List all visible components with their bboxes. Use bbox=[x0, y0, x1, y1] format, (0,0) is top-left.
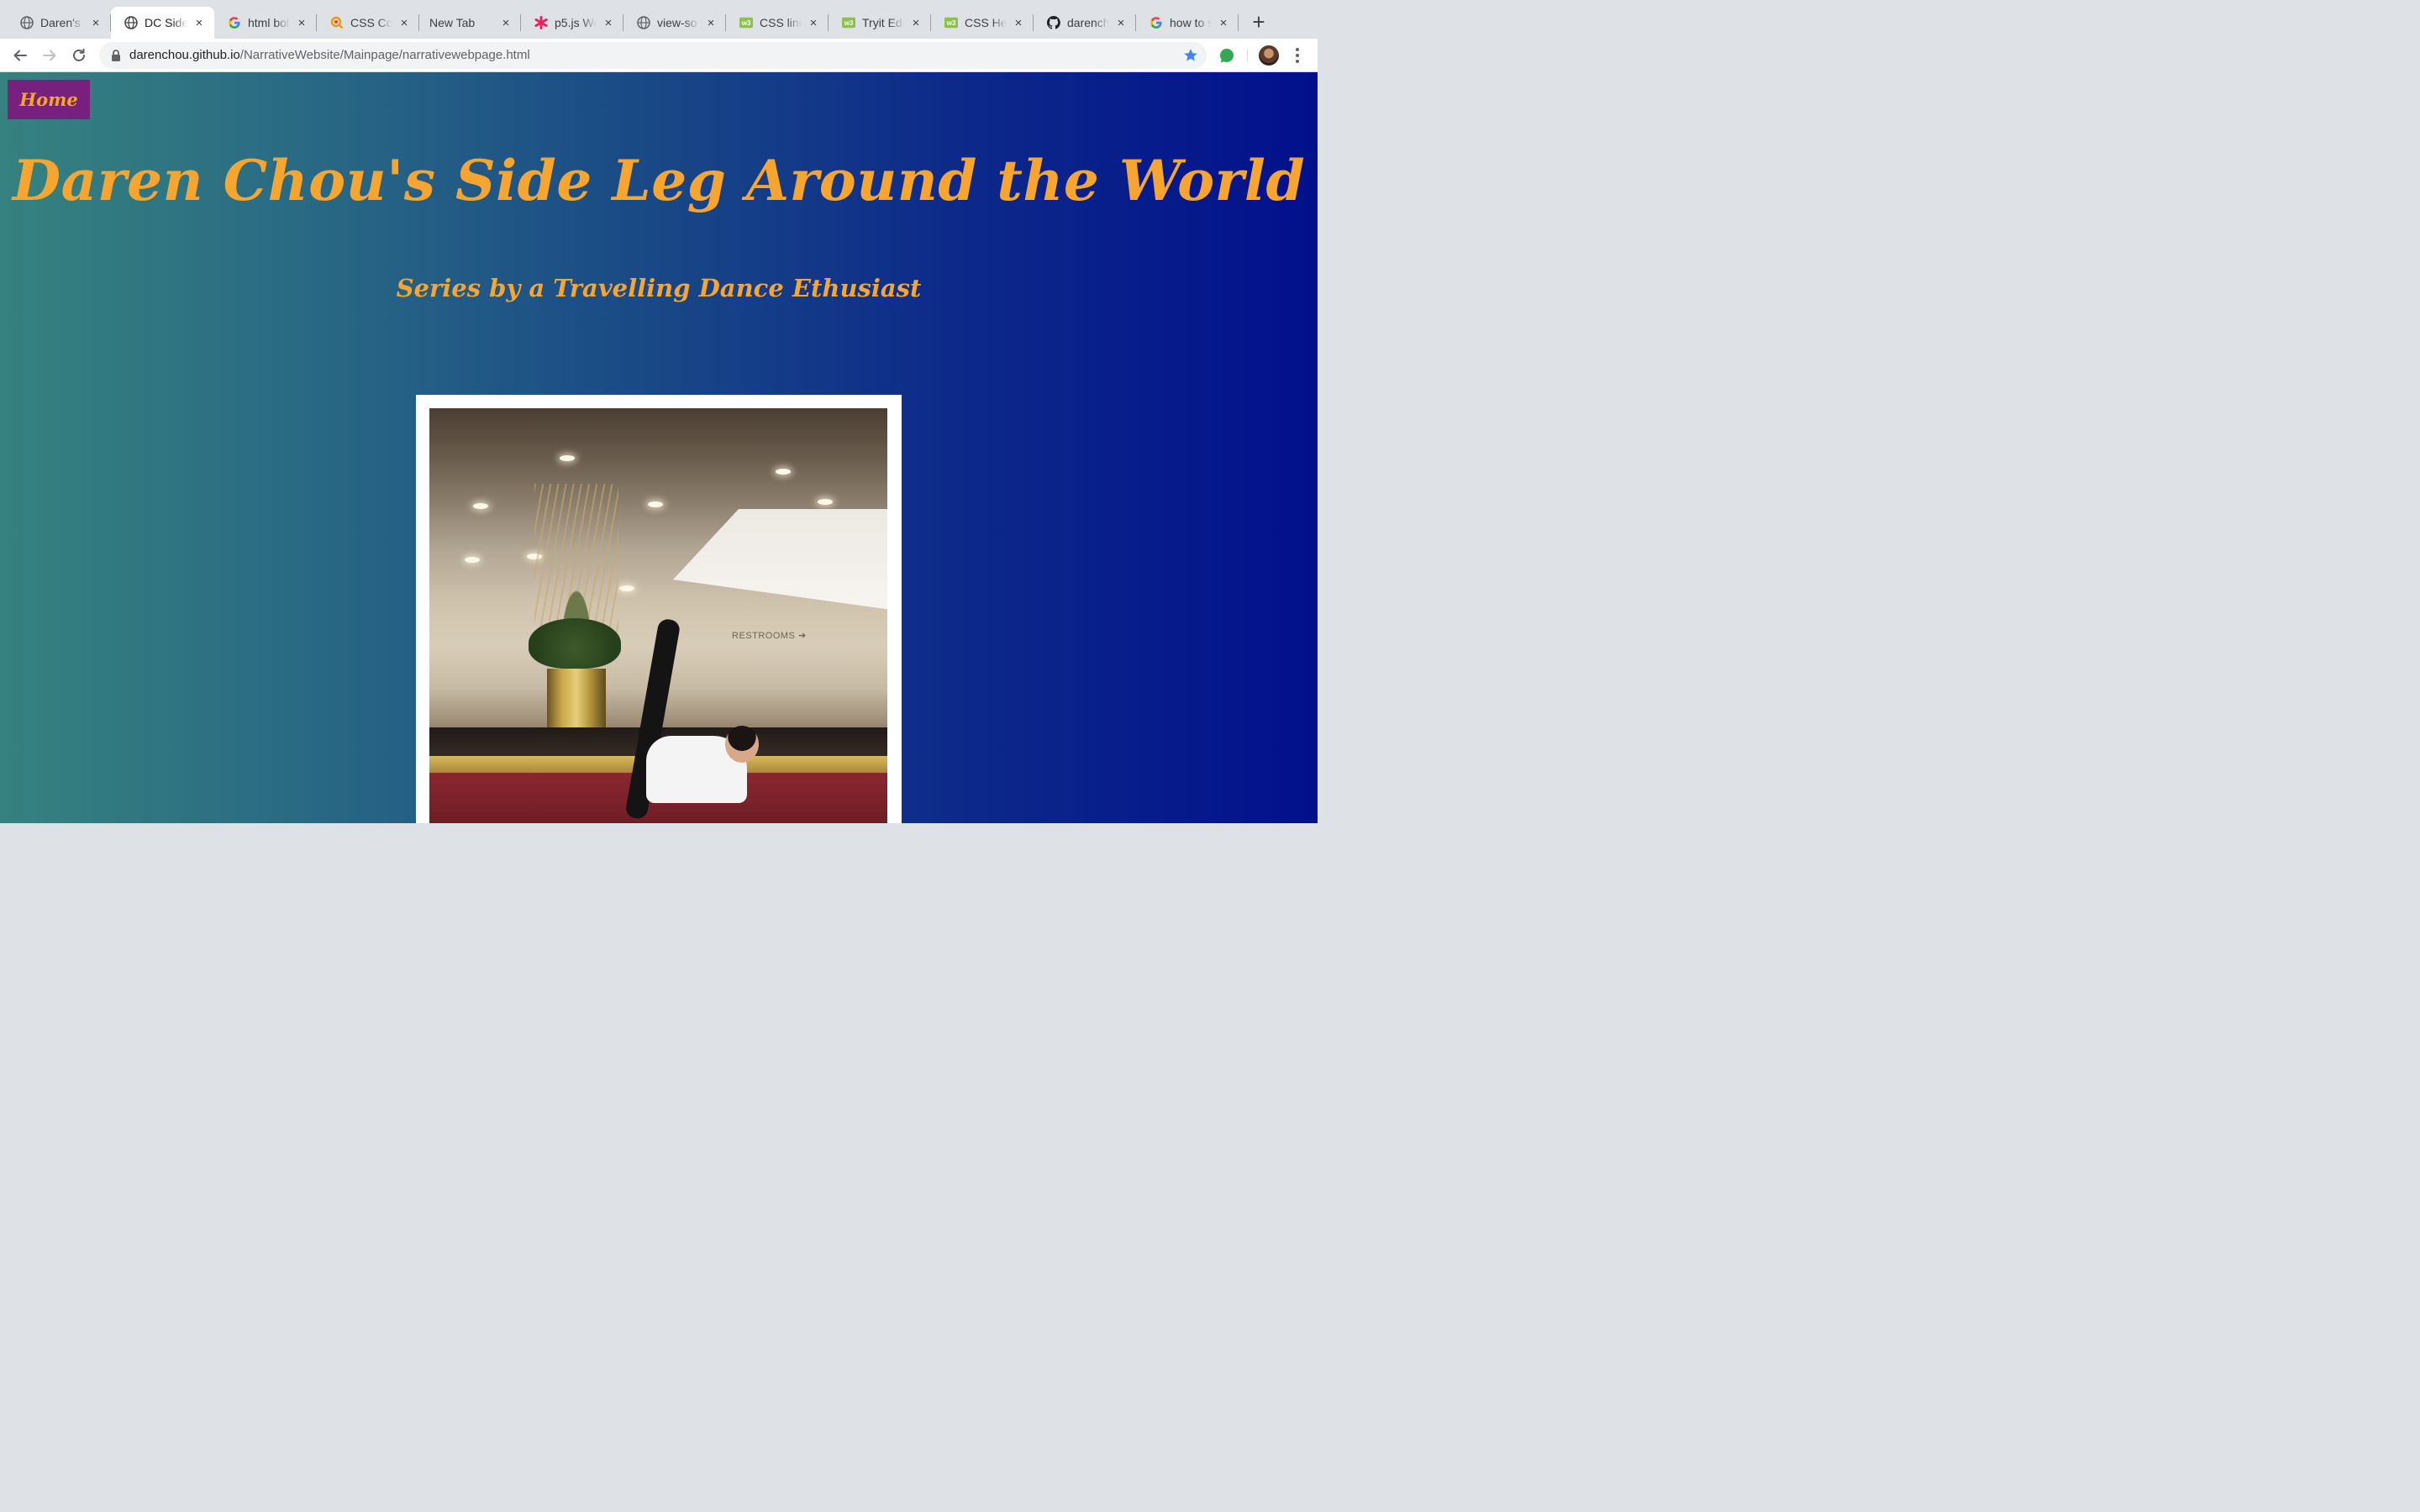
tab-tryit-editor[interactable]: w3 Tryit Edi × bbox=[829, 7, 931, 39]
tab-title: CSS line bbox=[760, 16, 802, 29]
globe-icon bbox=[20, 16, 34, 29]
restrooms-sign: RESTROOMS ➔ bbox=[732, 631, 807, 641]
forward-button[interactable] bbox=[38, 44, 61, 67]
close-icon[interactable]: × bbox=[295, 16, 308, 29]
profile-avatar[interactable] bbox=[1259, 45, 1279, 66]
close-icon[interactable]: × bbox=[192, 16, 206, 29]
tab-css-height[interactable]: w3 CSS Hei × bbox=[931, 7, 1034, 39]
tab-view-source[interactable]: view-so × bbox=[623, 7, 726, 39]
tab-title: Daren's I bbox=[40, 16, 84, 29]
ceiling-light bbox=[465, 557, 480, 563]
tab-title: CSS Hei bbox=[965, 16, 1007, 29]
tab-how-to[interactable]: how to s × bbox=[1136, 7, 1239, 39]
w3schools-icon: w3 bbox=[739, 16, 753, 29]
home-button[interactable]: Home bbox=[8, 80, 90, 119]
address-bar[interactable]: darenchou.github.io/NarrativeWebsite/Mai… bbox=[99, 42, 1207, 69]
bookmark-star-icon[interactable] bbox=[1183, 48, 1198, 63]
lock-icon[interactable] bbox=[109, 49, 123, 62]
page-title: Daren Chou's Side Leg Around the World bbox=[12, 148, 1306, 213]
reload-icon bbox=[73, 48, 85, 61]
tab-dc-side[interactable]: DC Side × bbox=[111, 7, 214, 39]
ceiling-light bbox=[776, 469, 791, 475]
ceiling-light bbox=[560, 455, 575, 461]
tab-css-line[interactable]: w3 CSS line × bbox=[726, 7, 829, 39]
ceiling-light bbox=[473, 503, 488, 509]
tab-strip: Daren's I × DC Side × html bol × CSS Col… bbox=[0, 0, 1318, 39]
tab-css-colors[interactable]: CSS Col × bbox=[317, 7, 419, 39]
dancer-head bbox=[725, 726, 759, 763]
back-arrow-icon bbox=[13, 50, 27, 61]
tab-separator bbox=[1238, 14, 1239, 31]
google-icon bbox=[228, 16, 241, 29]
close-icon[interactable]: × bbox=[499, 16, 513, 29]
svg-text:w3: w3 bbox=[844, 19, 854, 27]
close-icon[interactable]: × bbox=[1217, 16, 1230, 29]
tab-title: view-so bbox=[657, 16, 699, 29]
url-path: /NarrativeWebsite/Mainpage/narrativewebp… bbox=[239, 48, 530, 62]
close-icon[interactable]: × bbox=[1012, 16, 1025, 29]
forward-arrow-icon bbox=[43, 50, 56, 61]
new-tab-button[interactable]: + bbox=[1247, 10, 1270, 34]
google-icon bbox=[1150, 16, 1163, 29]
tab-title: CSS Col bbox=[350, 16, 392, 29]
tab-title: how to s bbox=[1170, 16, 1212, 29]
browser-toolbar: darenchou.github.io/NarrativeWebsite/Mai… bbox=[0, 39, 1318, 72]
back-button[interactable] bbox=[8, 44, 32, 67]
tab-darens[interactable]: Daren's I × bbox=[7, 7, 111, 39]
p5-asterisk-icon bbox=[534, 16, 548, 29]
tab-github[interactable]: darench × bbox=[1034, 7, 1136, 39]
close-icon[interactable]: × bbox=[1114, 16, 1128, 29]
dancer-photo: RESTROOMS ➔ bbox=[429, 408, 887, 823]
globe-icon bbox=[637, 16, 650, 29]
extension-icon[interactable] bbox=[1218, 47, 1235, 64]
svg-text:w3: w3 bbox=[946, 19, 956, 27]
greenery bbox=[529, 618, 621, 669]
tab-title: darench bbox=[1067, 16, 1109, 29]
ceiling-light bbox=[648, 501, 663, 507]
ceiling-light bbox=[818, 499, 833, 505]
close-icon[interactable]: × bbox=[807, 16, 820, 29]
tab-title: p5.js We bbox=[555, 16, 597, 29]
close-icon[interactable]: × bbox=[704, 16, 718, 29]
tab-title: DC Side bbox=[145, 16, 187, 29]
photo-frame: RESTROOMS ➔ bbox=[416, 395, 902, 823]
reload-button[interactable] bbox=[67, 44, 91, 67]
globe-icon bbox=[124, 16, 138, 29]
page-viewport: Home Daren Chou's Side Leg Around the Wo… bbox=[0, 72, 1318, 823]
close-icon[interactable]: × bbox=[909, 16, 923, 29]
tab-html-bold[interactable]: html bol × bbox=[214, 7, 317, 39]
w3schools-icon: w3 bbox=[944, 16, 958, 29]
svg-text:w3: w3 bbox=[741, 19, 751, 27]
page-subtitle: Series by a Travelling Dance Ethusiast bbox=[396, 274, 922, 302]
toolbar-divider bbox=[1247, 49, 1248, 62]
chrome-menu-icon[interactable] bbox=[1289, 45, 1306, 66]
tab-title: New Tab bbox=[429, 16, 494, 29]
url-host: darenchou.github.io bbox=[129, 48, 240, 62]
tab-title: html bol bbox=[248, 16, 290, 29]
close-icon[interactable]: × bbox=[602, 16, 615, 29]
ceiling-light bbox=[619, 585, 634, 591]
close-icon[interactable]: × bbox=[89, 16, 103, 29]
tab-title: Tryit Edi bbox=[862, 16, 904, 29]
github-icon bbox=[1047, 16, 1060, 29]
w3schools-icon: w3 bbox=[842, 16, 855, 29]
close-icon[interactable]: × bbox=[397, 16, 411, 29]
tab-p5js[interactable]: p5.js We × bbox=[521, 7, 623, 39]
magnifier-color-icon bbox=[330, 16, 344, 29]
ceiling-panel bbox=[673, 509, 887, 610]
url-text: darenchou.github.io/NarrativeWebsite/Mai… bbox=[129, 48, 530, 62]
tab-new-tab[interactable]: New Tab × bbox=[419, 7, 521, 39]
